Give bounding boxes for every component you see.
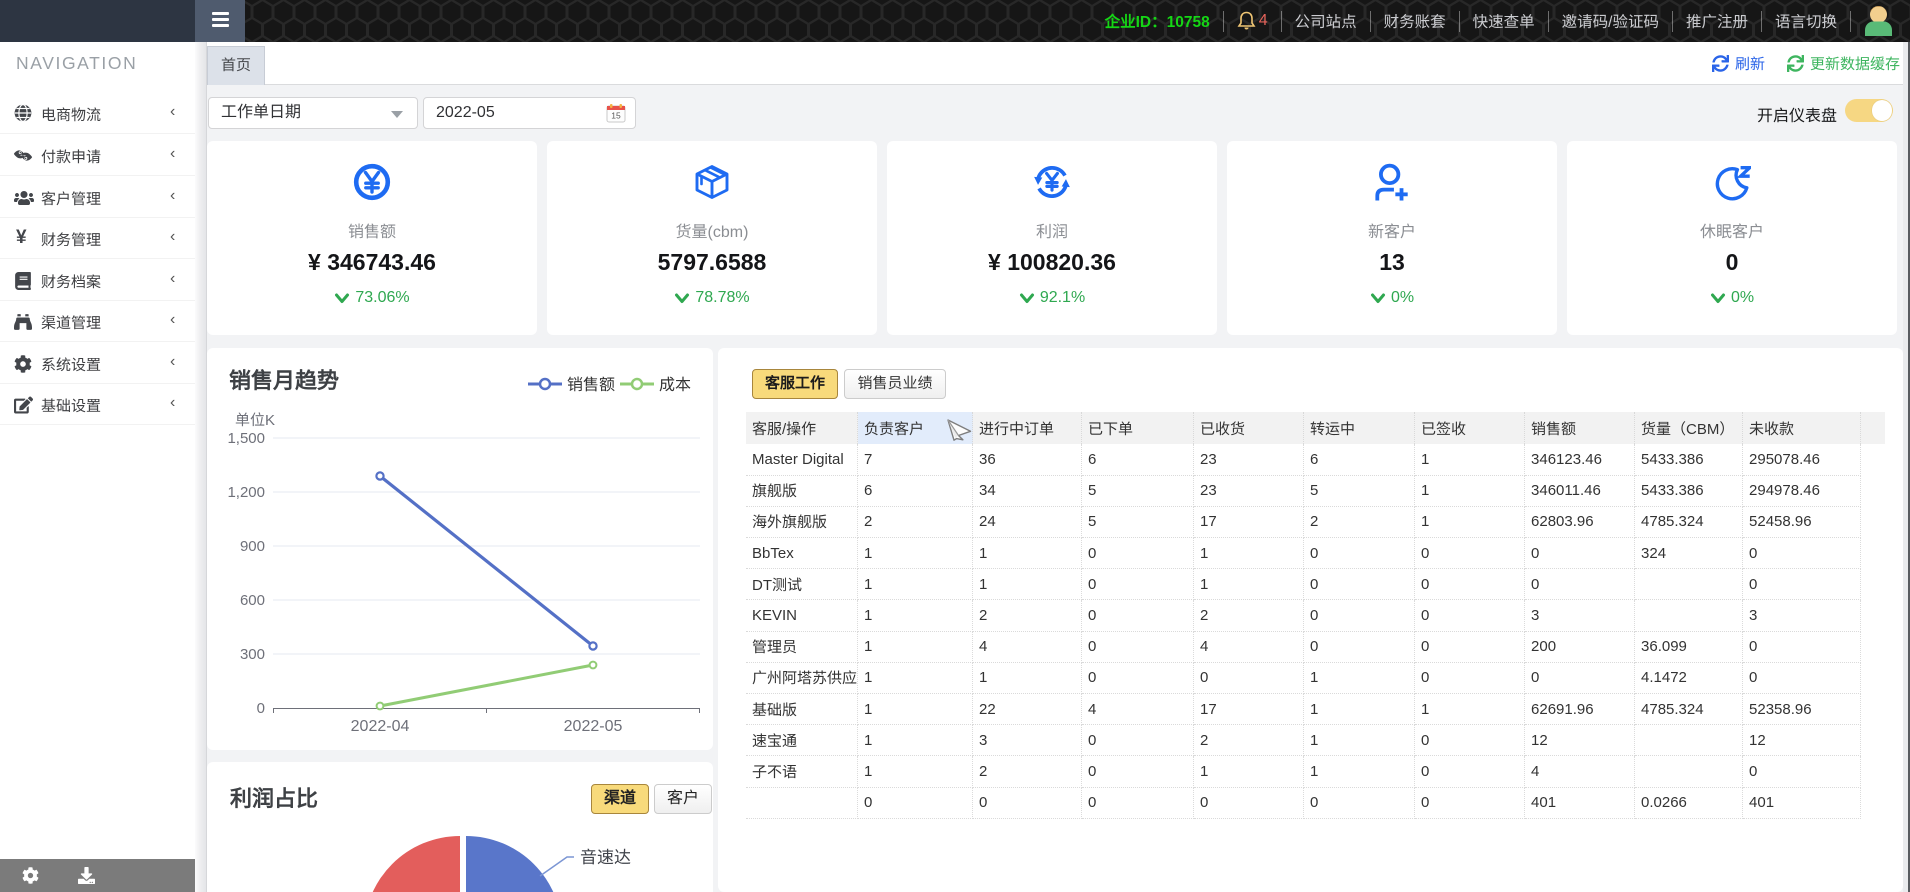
svg-text:600: 600: [240, 592, 265, 609]
svg-text:销售月趋势: 销售月趋势: [229, 368, 339, 393]
svg-text:音速达: 音速达: [580, 848, 631, 867]
svg-text:1,200: 1,200: [227, 484, 265, 501]
svg-text:利润占比: 利润占比: [230, 786, 318, 811]
svg-text:900: 900: [240, 538, 265, 555]
svg-text:15: 15: [611, 111, 621, 121]
svg-text:2022-04: 2022-04: [351, 718, 410, 735]
svg-text:成本: 成本: [659, 376, 691, 394]
svg-text:300: 300: [240, 646, 265, 663]
svg-text:0: 0: [257, 700, 265, 717]
svg-text:单位K: 单位K: [235, 412, 275, 429]
svg-text:1,500: 1,500: [227, 430, 265, 447]
svg-text:销售额: 销售额: [567, 376, 615, 394]
svg-text:2022-05: 2022-05: [564, 718, 623, 735]
